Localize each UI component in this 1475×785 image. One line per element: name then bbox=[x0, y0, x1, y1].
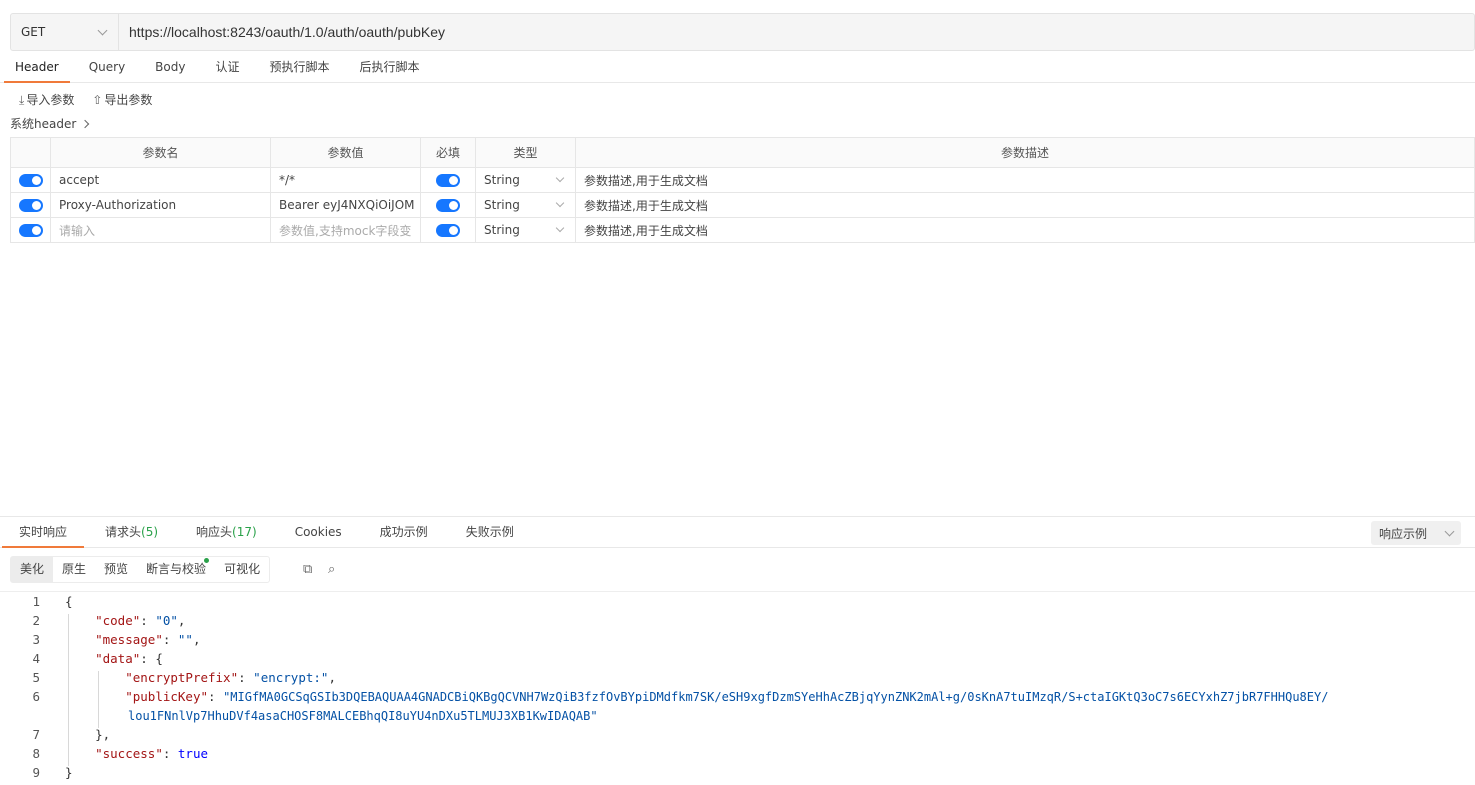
tab-post-script[interactable]: 后执行脚本 bbox=[345, 52, 435, 82]
search-icon[interactable]: ⌕ bbox=[328, 562, 335, 577]
tab-fail-example[interactable]: 失败示例 bbox=[447, 517, 533, 547]
tab-success-example[interactable]: 成功示例 bbox=[361, 517, 447, 547]
required-toggle[interactable] bbox=[436, 199, 460, 212]
tab-realtime-response[interactable]: 实时响应 bbox=[0, 517, 86, 548]
required-toggle[interactable] bbox=[436, 224, 460, 237]
chevron-down-icon bbox=[97, 25, 108, 35]
enable-toggle[interactable] bbox=[19, 199, 43, 212]
header-enable bbox=[10, 137, 51, 168]
param-value-input[interactable]: */* bbox=[270, 167, 421, 193]
system-header-label: 系统header bbox=[10, 117, 77, 131]
table-row: Proxy-Authorization Bearer eyJ4NXQiOiJOM… bbox=[10, 192, 1475, 218]
tab-auth[interactable]: 认证 bbox=[200, 52, 254, 82]
type-label: String bbox=[484, 223, 520, 237]
view-assertions[interactable]: 断言与校验 bbox=[137, 557, 215, 582]
json-key: "success" bbox=[95, 746, 163, 761]
header-type: 类型 bbox=[475, 137, 576, 168]
type-label: String bbox=[484, 198, 520, 212]
param-name-input[interactable]: accept bbox=[50, 167, 271, 193]
json-key: "publicKey" bbox=[125, 689, 209, 704]
table-row: 请输入 参数值,支持mock字段变 String 参数描述,用于生成文档 bbox=[10, 217, 1475, 243]
url-input[interactable]: https://localhost:8243/oauth/1.0/auth/oa… bbox=[119, 24, 445, 40]
param-value-input[interactable]: 参数值,支持mock字段变 bbox=[270, 217, 421, 243]
download-icon: ⤓ bbox=[19, 93, 25, 107]
view-preview[interactable]: 预览 bbox=[95, 557, 137, 582]
param-name-input[interactable]: Proxy-Authorization bbox=[50, 192, 271, 218]
param-desc-input[interactable]: 参数描述,用于生成文档 bbox=[575, 217, 1475, 243]
table-header-row: 参数名 参数值 必填 类型 参数描述 bbox=[10, 137, 1475, 168]
type-select[interactable]: String bbox=[484, 198, 567, 212]
view-visualize[interactable]: 可视化 bbox=[215, 557, 269, 582]
tab-cookies[interactable]: Cookies bbox=[276, 517, 361, 547]
request-tabs: Header Query Body 认证 预执行脚本 后执行脚本 bbox=[0, 52, 1475, 83]
tab-request-headers[interactable]: 请求头(5) bbox=[86, 517, 177, 547]
enable-toggle[interactable] bbox=[19, 224, 43, 237]
copy-icon[interactable]: ⧉ bbox=[303, 562, 312, 577]
view-beautify[interactable]: 美化 bbox=[11, 557, 54, 582]
export-label: 导出参数 bbox=[104, 93, 153, 107]
system-header-toggle[interactable]: 系统header bbox=[10, 115, 90, 132]
view-mode-bar: 美化 原生 预览 断言与校验 可视化 bbox=[10, 556, 271, 583]
response-body: 1{ 2 "code": "0", 3 "message": "", 4 "da… bbox=[0, 591, 1475, 785]
json-value: "" bbox=[177, 632, 193, 647]
chevron-down-icon bbox=[555, 173, 565, 183]
param-name-input[interactable]: 请输入 bbox=[50, 217, 271, 243]
chevron-down-icon bbox=[555, 223, 565, 233]
tab-header[interactable]: Header bbox=[0, 52, 74, 83]
import-label: 导入参数 bbox=[26, 93, 75, 107]
header-param-name: 参数名 bbox=[50, 137, 271, 168]
chevron-down-icon bbox=[555, 198, 565, 208]
view-raw[interactable]: 原生 bbox=[53, 557, 95, 582]
param-toolbar: ⤓ 导入参数 ⇧ 导出参数 bbox=[19, 91, 152, 108]
param-desc-input[interactable]: 参数描述,用于生成文档 bbox=[575, 167, 1475, 193]
param-desc-input[interactable]: 参数描述,用于生成文档 bbox=[575, 192, 1475, 218]
json-value: "encrypt:" bbox=[253, 670, 329, 685]
tab-label: 请求头 bbox=[105, 525, 142, 539]
json-key: "message" bbox=[95, 632, 163, 647]
param-value-input[interactable]: Bearer eyJ4NXQiOiJOM bbox=[270, 192, 421, 218]
chevron-down-icon bbox=[1444, 526, 1455, 536]
required-toggle[interactable] bbox=[436, 174, 460, 187]
json-value: "0" bbox=[155, 613, 178, 628]
enable-toggle[interactable] bbox=[19, 174, 43, 187]
status-dot bbox=[204, 558, 210, 563]
tab-query[interactable]: Query bbox=[74, 52, 140, 82]
json-value: true bbox=[177, 746, 209, 761]
tab-response-headers[interactable]: 响应头(17) bbox=[177, 517, 276, 547]
tab-pre-script[interactable]: 预执行脚本 bbox=[254, 52, 344, 82]
upload-icon: ⇧ bbox=[92, 93, 103, 107]
json-key: "data" bbox=[95, 651, 141, 666]
json-value: lou1FNnlVp7HhuDVf4asaCHOSF8MALCEBhqQI8uY… bbox=[128, 709, 598, 723]
tab-label: 响应头 bbox=[196, 525, 233, 539]
export-params-button[interactable]: ⇧ 导出参数 bbox=[92, 91, 152, 108]
tab-body[interactable]: Body bbox=[140, 52, 200, 82]
response-example-dropdown[interactable]: 响应示例 bbox=[1371, 521, 1461, 545]
json-value: "MIGfMA0GCSqGSIb3DQEBAQUAA4GNADCBiQKBgQC… bbox=[223, 690, 1329, 704]
response-tabs: 实时响应 请求头(5) 响应头(17) Cookies 成功示例 失败示例 响应… bbox=[0, 516, 1475, 548]
type-label: String bbox=[484, 173, 520, 187]
header-required: 必填 bbox=[420, 137, 476, 168]
response-example-label: 响应示例 bbox=[1379, 526, 1428, 541]
url-bar: GET https://localhost:8243/oauth/1.0/aut… bbox=[10, 13, 1475, 51]
count-badge: (17) bbox=[232, 525, 257, 539]
import-params-button[interactable]: ⤓ 导入参数 bbox=[19, 91, 74, 108]
json-key: "encryptPrefix" bbox=[125, 670, 239, 685]
table-row: accept */* String 参数描述,用于生成文档 bbox=[10, 167, 1475, 193]
assertions-label: 断言与校验 bbox=[146, 562, 207, 576]
json-key: "code" bbox=[95, 613, 141, 628]
params-table: 参数名 参数值 必填 类型 参数描述 accept */* String 参数描… bbox=[10, 137, 1475, 243]
header-description: 参数描述 bbox=[575, 137, 1475, 168]
type-select[interactable]: String bbox=[484, 223, 567, 237]
method-label: GET bbox=[21, 25, 46, 39]
chevron-right-icon bbox=[81, 119, 90, 128]
type-select[interactable]: String bbox=[484, 173, 567, 187]
header-param-value: 参数值 bbox=[270, 137, 421, 168]
method-select[interactable]: GET bbox=[11, 14, 119, 50]
count-badge: (5) bbox=[141, 525, 159, 539]
